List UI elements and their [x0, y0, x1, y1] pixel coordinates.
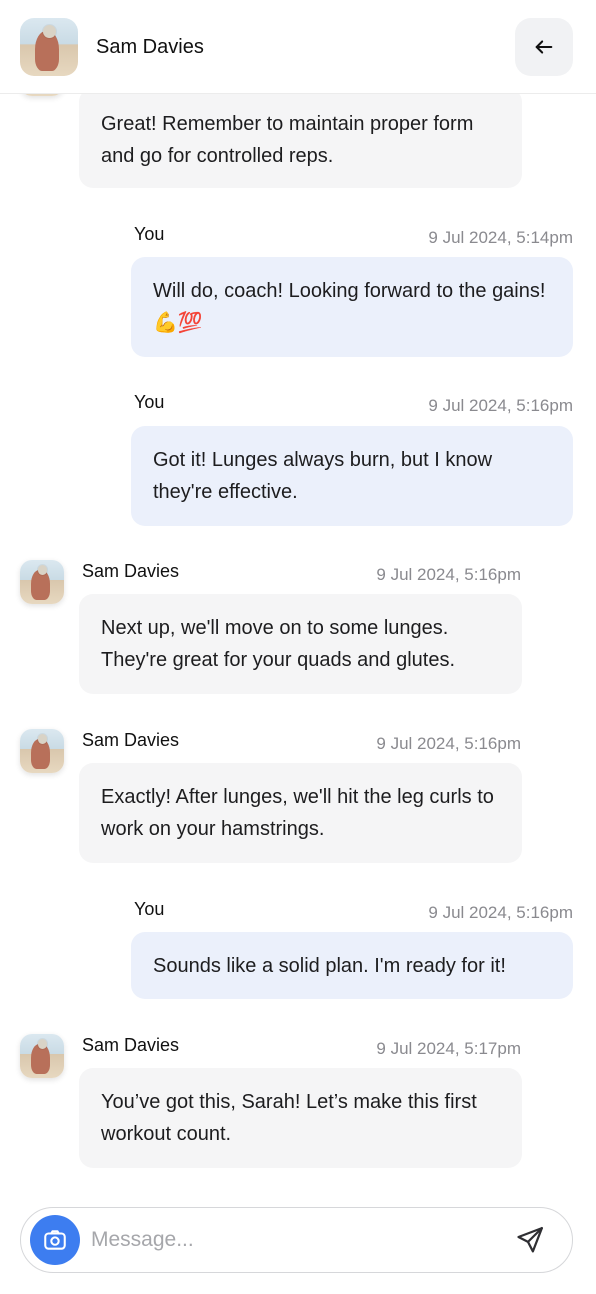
message-sender: You: [134, 224, 165, 244]
message-input[interactable]: [91, 1222, 491, 1258]
message-timestamp: 9 Jul 2024, 5:16pm: [376, 565, 521, 584]
message-timestamp: 9 Jul 2024, 5:14pm: [428, 228, 573, 247]
message-bubble: Will do, coach! Looking forward to the g…: [131, 257, 573, 357]
message-text: Exactly! After lunges, we'll hit the leg…: [101, 786, 494, 840]
message-sender: You: [134, 392, 165, 412]
message-text: Got it! Lunges always burn, but I know t…: [153, 449, 493, 503]
message-composer: [20, 1207, 573, 1273]
message-text: Great! Remember to maintain proper form …: [101, 113, 474, 167]
message-sender: You: [134, 899, 165, 919]
message-text: Sounds like a solid plan. I'm ready for …: [153, 955, 506, 977]
message-sender: Sam Davies: [82, 1035, 180, 1055]
contact-avatar[interactable]: [20, 18, 78, 76]
message-timestamp: 9 Jul 2024, 5:16pm: [428, 903, 573, 922]
message-sender: Sam Davies: [82, 730, 180, 750]
send-icon: [517, 1227, 543, 1253]
message-bubble: Exactly! After lunges, we'll hit the leg…: [79, 763, 522, 863]
send-button[interactable]: [515, 1225, 547, 1257]
message-bubble: Next up, we'll move on to some lunges. T…: [79, 594, 522, 694]
camera-icon: [44, 1230, 66, 1250]
message-timestamp: 9 Jul 2024, 5:16pm: [376, 734, 521, 753]
contact-name[interactable]: Sam Davies: [96, 36, 204, 59]
sender-avatar[interactable]: [20, 729, 64, 773]
message-sender: Sam Davies: [82, 561, 180, 581]
message-bubble: Great! Remember to maintain proper form …: [79, 88, 522, 188]
message-bubble: Got it! Lunges always burn, but I know t…: [131, 426, 573, 526]
message-text: You’ve got this, Sarah! Let’s make this …: [101, 1091, 477, 1145]
back-button[interactable]: [515, 18, 573, 76]
arrow-left-icon: [535, 40, 553, 54]
sender-avatar[interactable]: [20, 1034, 64, 1078]
message-text: Next up, we'll move on to some lunges. T…: [101, 617, 456, 671]
sender-avatar[interactable]: [20, 560, 64, 604]
message-text: Will do, coach! Looking forward to the g…: [153, 280, 546, 334]
camera-button[interactable]: [30, 1215, 80, 1265]
chat-header: Sam Davies: [0, 0, 596, 94]
message-timestamp: 9 Jul 2024, 5:17pm: [376, 1039, 521, 1058]
message-bubble: Sounds like a solid plan. I'm ready for …: [131, 932, 573, 999]
message-bubble: You’ve got this, Sarah! Let’s make this …: [79, 1068, 522, 1168]
message-timestamp: 9 Jul 2024, 5:16pm: [428, 396, 573, 415]
